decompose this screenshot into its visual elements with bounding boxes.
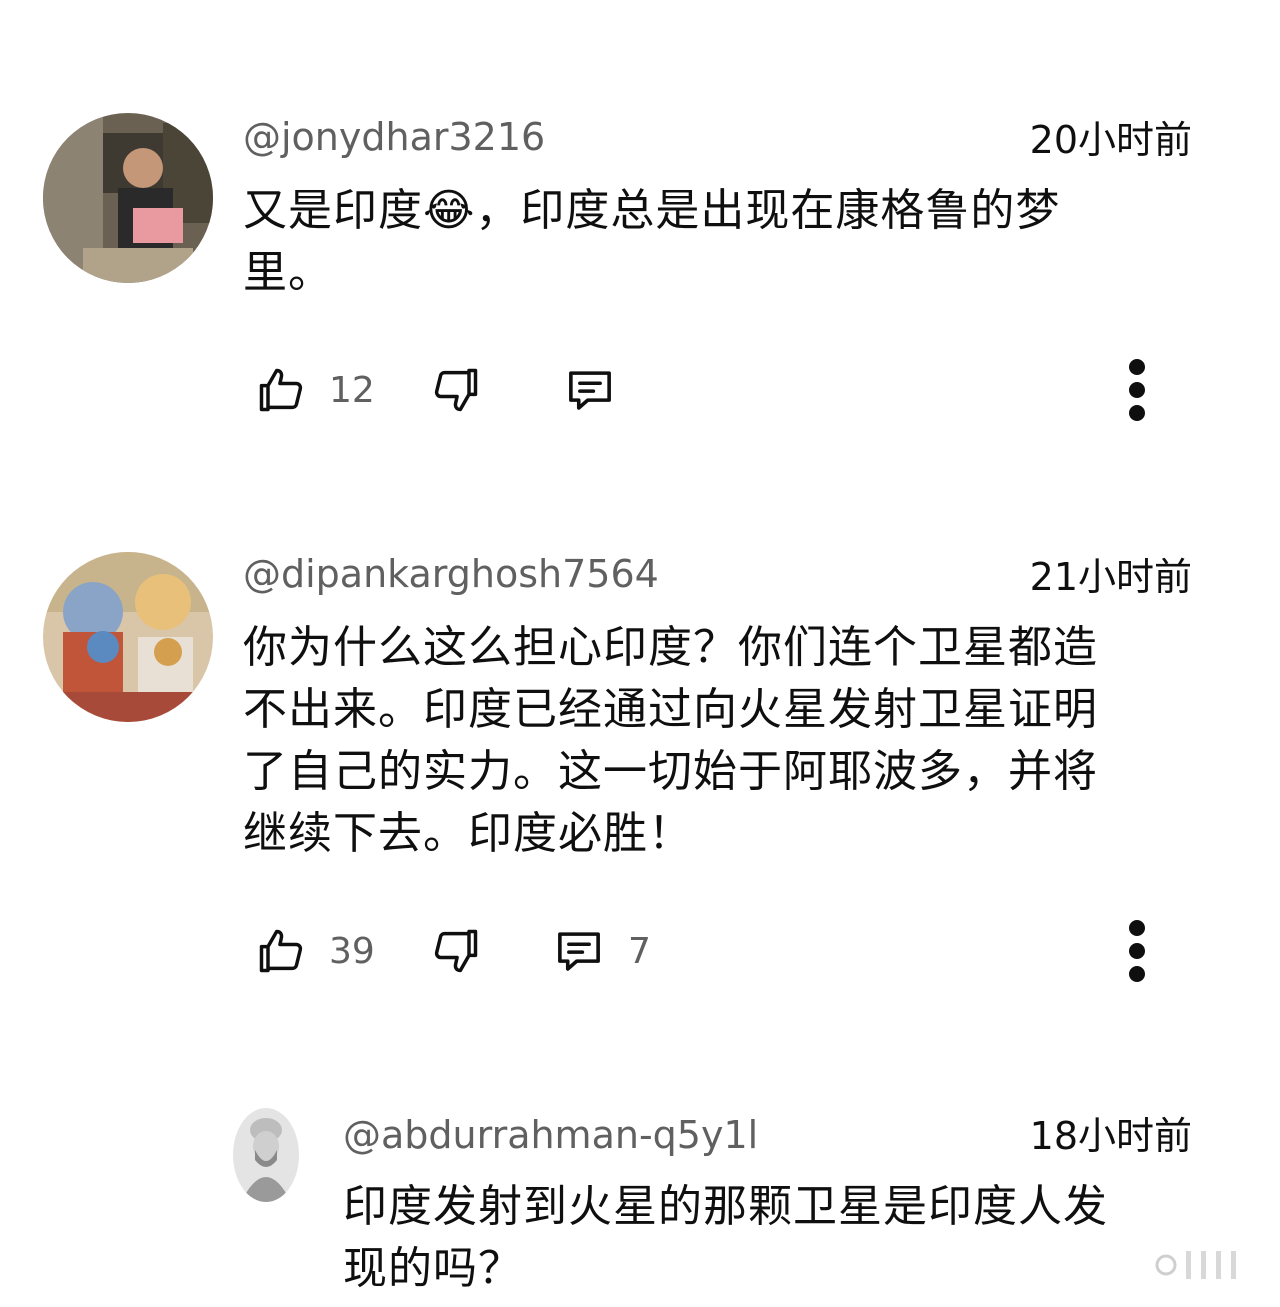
avatar[interactable] [233,1108,299,1202]
comment-text-line: 印度发射到火星的那颗卫星是印度人发 [343,1181,1108,1232]
comment-text: 印度发射到火星的那颗卫星是印度人发 现的吗？ [343,1176,1203,1300]
reply-comment: @abdurrahman-q5y1l 18小时前 印度发射到火星的那颗卫星是印度… [0,0,1280,1307]
watermark-icon [1146,1247,1256,1283]
avatar-portrait-icon [233,1108,299,1202]
comment-author-handle[interactable]: @abdurrahman-q5y1l [343,1116,758,1154]
comment-timestamp[interactable]: 18小时前 [1030,1117,1192,1155]
comment-text-line: 现的吗？ [343,1243,523,1294]
